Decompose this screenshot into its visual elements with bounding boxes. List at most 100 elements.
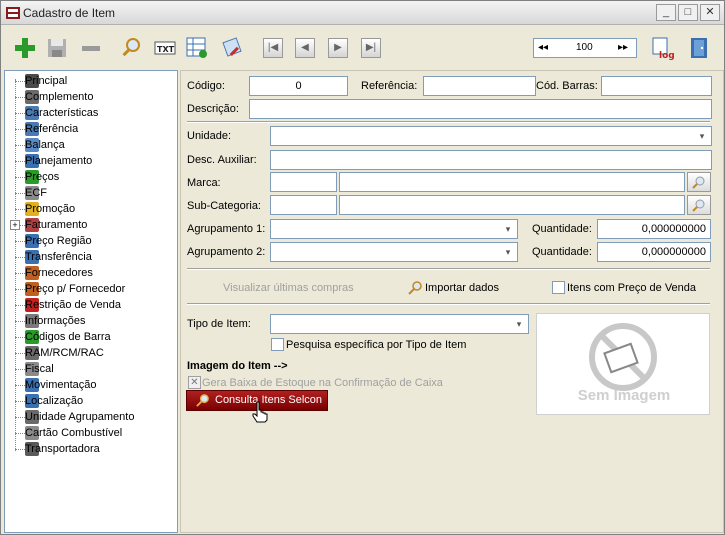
close-button[interactable]: ✕ [700, 4, 720, 21]
sidebar-item[interactable]: Referência [25, 121, 78, 137]
sidebar-item[interactable]: Unidade Agrupamento [25, 409, 134, 425]
sidebar-item[interactable]: Localização [25, 393, 83, 409]
chevron-down-icon[interactable]: ▾ [501, 222, 515, 236]
chevron-down-icon[interactable]: ▾ [695, 129, 709, 143]
tree-connector [15, 177, 25, 178]
sidebar-item[interactable]: Faturamento [25, 217, 87, 233]
agrupamento1-select[interactable]: ▾ [270, 219, 518, 239]
sidebar-item[interactable]: Códigos de Barra [25, 329, 111, 345]
tree-connector [15, 321, 25, 322]
first-record-button[interactable]: |◀ [263, 38, 283, 58]
tipo-item-select[interactable]: ▾ [270, 314, 529, 334]
sidebar-item-label: Transportadora [25, 443, 100, 455]
sidebar-item[interactable]: ECF [25, 185, 47, 201]
txt-export-icon[interactable]: TXT [153, 36, 177, 60]
divider [187, 121, 710, 123]
sidebar-item-label: Referência [25, 123, 79, 135]
sidebar-item[interactable]: RAM/RCM/RAC [25, 345, 104, 361]
itens-preco-venda-checkbox[interactable] [552, 281, 565, 294]
sidebar-item[interactable]: Promoção [25, 201, 75, 217]
log-icon[interactable]: log [651, 36, 675, 60]
edit-icon[interactable] [221, 36, 245, 60]
descricao-field[interactable] [249, 99, 712, 119]
no-image-icon [589, 323, 657, 391]
sidebar-item[interactable]: Características [25, 105, 98, 121]
expand-icon[interactable]: + [10, 220, 20, 230]
sidebar-item[interactable]: Transportadora [25, 441, 100, 457]
sidebar-item-label: Complemento [25, 91, 94, 103]
last-record-button[interactable]: ▶| [361, 38, 381, 58]
title-bar: Cadastro de Item _ □ ✕ [1, 1, 724, 25]
add-icon[interactable] [13, 36, 37, 60]
sidebar-item[interactable]: Balança [25, 137, 65, 153]
quantidade1-field[interactable]: 0,000000000 [597, 219, 711, 239]
sidebar-item-label: Preço p/ Fornecedor [25, 283, 126, 295]
tree-connector [15, 129, 25, 130]
spreadsheet-icon[interactable] [185, 36, 209, 60]
sidebar-item[interactable]: Complemento [25, 89, 93, 105]
gera-baixa-checkbox[interactable]: ✕ [188, 376, 201, 389]
sidebar-item-label: Localização [25, 395, 84, 407]
sidebar-item-label: Balança [25, 139, 65, 151]
sidebar-item-label: Unidade Agrupamento [25, 411, 135, 423]
divider [187, 303, 710, 305]
maximize-button[interactable]: □ [678, 4, 698, 21]
referencia-field[interactable] [423, 76, 536, 96]
subcategoria-desc-field[interactable] [339, 195, 685, 215]
marca-code-field[interactable] [270, 172, 337, 192]
sidebar-item[interactable]: Transferência [25, 249, 92, 265]
exit-door-icon[interactable] [687, 36, 711, 60]
importar-dados-button[interactable]: Importar dados [425, 282, 499, 294]
sidebar-item[interactable]: Preço Região [25, 233, 92, 249]
tree-connector [15, 209, 25, 210]
sidebar-item[interactable]: Cartão Combustível [25, 425, 122, 441]
unidade-select[interactable]: ▾ [270, 126, 712, 146]
tree-connector [15, 417, 25, 418]
marca-search-button[interactable] [687, 172, 711, 192]
codigo-field[interactable]: 0 [249, 76, 348, 96]
visualizar-compras-button[interactable]: Visualizar últimas compras [223, 282, 354, 294]
sidebar-item[interactable]: Planejamento [25, 153, 92, 169]
previous-record-button[interactable]: ◀ [295, 38, 315, 58]
item-image-placeholder: Sem Imagem [536, 313, 710, 415]
tree-connector [15, 385, 25, 386]
sidebar-item-label: ECF [25, 187, 47, 199]
agrupamento2-select[interactable]: ▾ [270, 242, 518, 262]
imagem-item-label: Imagem do Item --> [187, 360, 288, 372]
save-icon[interactable] [45, 36, 69, 60]
remove-icon[interactable] [79, 36, 103, 60]
sidebar-item-label: Características [25, 107, 99, 119]
record-last-icon[interactable]: ▸▸ [618, 42, 628, 53]
pesquisa-especifica-checkbox[interactable] [271, 338, 284, 351]
chevron-down-icon[interactable]: ▾ [512, 317, 526, 331]
sidebar-item-label: Informações [25, 315, 86, 327]
sidebar-item[interactable]: Fiscal [25, 361, 54, 377]
cod-barras-field[interactable] [601, 76, 712, 96]
search-icon[interactable] [119, 36, 143, 60]
marca-desc-field[interactable] [339, 172, 685, 192]
minimize-button[interactable]: _ [656, 4, 676, 21]
record-navigator[interactable]: ◂◂ 100 ▸▸ [533, 38, 637, 58]
sidebar-item[interactable]: Principal [25, 73, 67, 89]
sidebar-item[interactable]: Informações [25, 313, 86, 329]
search-icon[interactable] [407, 280, 423, 296]
record-first-icon[interactable]: ◂◂ [538, 42, 548, 53]
subcategoria-code-field[interactable] [270, 195, 337, 215]
sidebar-item[interactable]: Fornecedores [25, 265, 93, 281]
chevron-down-icon[interactable]: ▾ [501, 245, 515, 259]
sidebar-item-label: Fiscal [25, 363, 54, 375]
next-record-button[interactable]: ▶ [328, 38, 348, 58]
pesquisa-especifica-label: Pesquisa específica por Tipo de Item [286, 339, 467, 351]
sidebar-item[interactable]: Preços [25, 169, 59, 185]
sidebar-item[interactable]: Restrição de Venda [25, 297, 121, 313]
subcategoria-search-button[interactable] [687, 195, 711, 215]
tree-connector [15, 289, 25, 290]
desc-auxiliar-field[interactable] [270, 150, 712, 170]
quantidade2-field[interactable]: 0,000000000 [597, 242, 711, 262]
sidebar-item[interactable]: Movimentação [25, 377, 97, 393]
record-number[interactable]: 100 [576, 42, 593, 53]
sidebar-item[interactable]: Preço p/ Fornecedor [25, 281, 125, 297]
sidebar-item-label: Transferência [25, 251, 92, 263]
tree-connector [15, 257, 25, 258]
tree-connector [15, 337, 25, 338]
